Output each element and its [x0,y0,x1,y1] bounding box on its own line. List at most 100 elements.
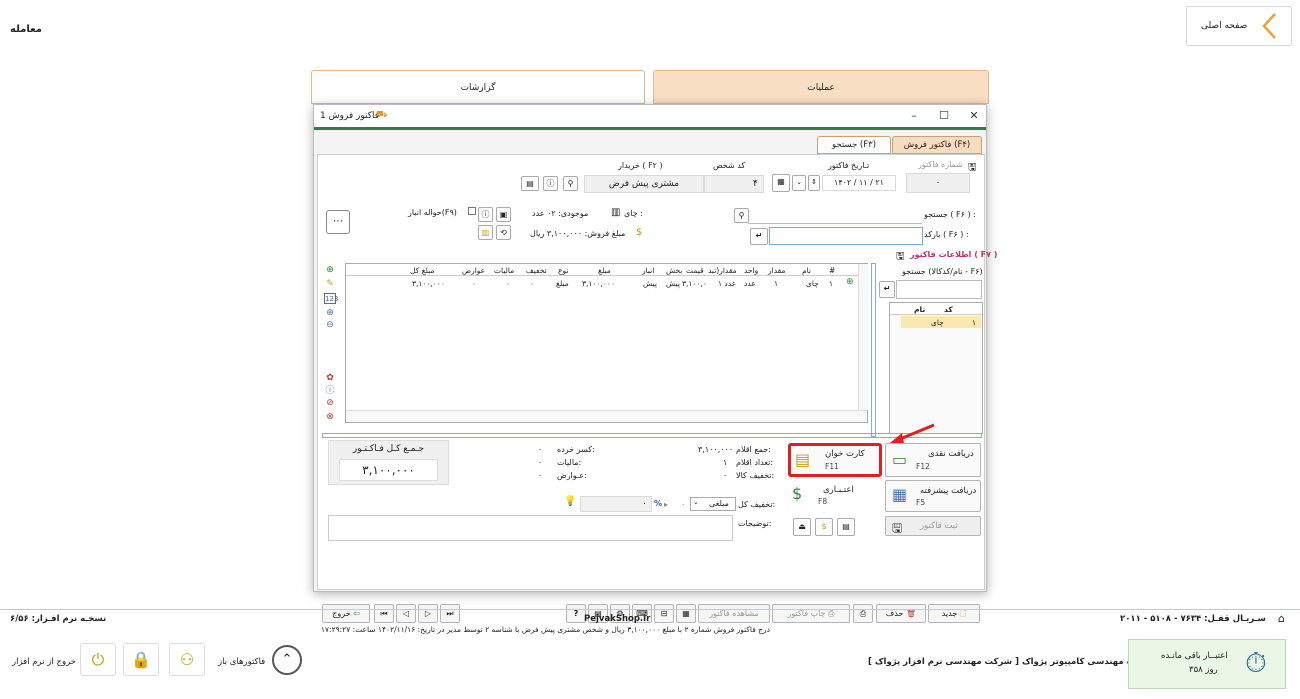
calculator-icon[interactable]: ▦ [676,604,696,623]
invoice-number-field[interactable]: ۰ [906,173,970,193]
minimize-icon[interactable]: – [904,108,924,124]
print-invoice-button[interactable]: چاپ فاکتور ⎙ [772,604,850,623]
percent-icon[interactable]: % [654,499,662,508]
refresh-icon[interactable]: ⟲ [496,225,511,240]
chevron-down-icon[interactable]: ⌄ [792,175,806,191]
money-bag-icon[interactable]: $ [815,518,833,536]
clear-icon[interactable]: ⊗ [324,412,336,423]
search-icon[interactable]: ⚲ [563,176,578,191]
date-stepper[interactable]: ⇕ [808,175,820,191]
maximize-icon[interactable]: ☐ [934,108,954,124]
cell-duties: ۰ [472,279,477,288]
next-page-icon[interactable]: ▷ [418,604,438,623]
lock-screen-icon[interactable]: 🔒 [123,643,159,676]
exit-button[interactable]: خروج ⇦ [322,604,370,623]
product-card-icon[interactable]: ▣ [496,207,511,222]
new-button[interactable]: جدید 🗋 [928,604,980,623]
credit-button[interactable]: اعتـبـاری F8 $ [788,480,882,512]
advanced-receipt-button[interactable]: دریافت پیشرفته F5 ▦ [885,480,981,512]
minus-icon[interactable]: ⊖ [324,320,336,331]
calendar-icon[interactable]: ▦ [772,174,790,192]
cash-receipt-button[interactable]: دریافت نقدی F12 ▭ [885,443,981,477]
users-icon[interactable]: ⚇ [169,643,205,676]
invoice-info-label: اطلاعات فاکتور ( F۷ ) [910,250,998,259]
view-invoice-button[interactable]: مشاهده فاکتور [698,604,770,623]
trash-icon: 🗑 [905,609,917,618]
window-accent-bar [314,127,986,130]
horizontal-scrollbar[interactable] [346,410,867,422]
vertical-scrollbar[interactable] [858,264,868,410]
lightbulb-icon[interactable]: 💡 [564,496,576,507]
info-icon[interactable]: ⓘ [478,207,493,222]
advanced-receipt-key: F5 [916,498,926,507]
items-count-label: تعداد اقلام: [736,458,774,467]
name-search-input[interactable] [896,280,982,299]
search-input[interactable] [748,209,922,224]
tax-label: مالیات: [557,458,582,467]
more-options-button[interactable]: ⋯ [326,210,350,234]
notes-label: توضیحات: [738,519,772,528]
notes-input[interactable] [328,515,733,541]
plus-icon[interactable]: ⊕ [324,308,336,319]
page-title: معامله [10,24,42,35]
home-button[interactable]: صفحه اصلی [1186,6,1292,46]
last-page-icon[interactable]: ⏭ [440,604,460,623]
buyer-field[interactable]: مشتری پیش فرض [584,175,704,193]
cell-qty-conv: ۱ عدد [718,279,737,288]
close-icon[interactable]: ✕ [964,108,984,124]
discount-stepper[interactable]: ▸ [664,500,668,509]
cell-warehouse: پیش [643,279,657,288]
add-row-icon[interactable]: ⊕ [846,277,854,287]
open-invoices-label[interactable]: فاکتورهای باز [218,657,265,667]
invoice-date-field[interactable]: ۱۴۰۲ / ۱۱ / ۲۱ [822,175,896,191]
info-icon[interactable]: ⓘ [324,386,336,397]
number-icon[interactable]: 123 [324,293,338,304]
product-stock: موجودی: ۰۲ عدد [532,209,589,218]
exit-app-label[interactable]: خروج از نرم افزار [12,657,76,667]
barcode-input[interactable] [769,227,923,245]
help-icon[interactable]: ? [566,604,586,623]
gift-icon[interactable]: ✿ [324,373,336,384]
customer-card-icon[interactable]: ▤ [521,176,539,191]
tab-operations[interactable]: عملیات [653,70,989,104]
person-code-field[interactable]: ۴ [704,175,764,193]
chart-icon[interactable]: ▥ [478,225,493,240]
footer-divider [0,609,1300,610]
edit-icon[interactable]: ✎ [324,279,336,290]
lock-serial: سـریـال قفـل: ۷۶۳۴ - ۵۱۰۸ - ۲۰۱۱ [1120,614,1266,624]
cell-price: ۳,۱۰۰,۰ [682,279,707,288]
delete-item-icon[interactable]: ⊘ [324,398,336,409]
first-page-icon[interactable]: ⏮ [374,604,394,623]
eject-icon[interactable]: ⏏ [793,518,811,536]
card-reader-button[interactable]: کارت خوان F11 ▤ [788,443,882,477]
coupon-icon[interactable]: ▤ [837,518,855,536]
transfer-checkbox[interactable] [468,207,476,215]
invoice-date-label: تـاریخ فاکتور [828,161,870,170]
tab-reports[interactable]: گزارشات [311,70,645,104]
window-titlebar: فاکتور فروش 1 ⛟ – ☐ ✕ [314,105,986,127]
enter-icon[interactable]: ↵ [750,228,768,245]
grand-total-label: جـمـع کـل فـاکـتـور [352,444,425,454]
search-icon[interactable]: ⚲ [734,208,749,223]
scale-icon[interactable]: ⊟ [654,604,674,623]
save-icon[interactable]: 🖫 [896,249,905,266]
register-invoice-button[interactable]: ثبت فاکتور 🖫 [885,516,981,536]
table-row[interactable]: ⊕ ۱ چای ۱ عدد ۱ عدد ۳,۱۰۰,۰ پیش پیش ۳,۱۰… [346,277,859,289]
lookup-row[interactable]: ۱ چای [901,316,981,328]
enter-icon[interactable]: ↵ [879,281,895,298]
tab-sales-invoice[interactable]: فاکتور فروش (F۴) [892,136,982,154]
tab-search[interactable]: جستجو (F۳) [817,136,891,154]
items-sum-value: ۳,۱۰۰,۰۰۰ [698,445,734,454]
splitter-horizontal[interactable] [322,433,982,438]
items-count-value: ۱ [723,458,728,467]
add-item-icon[interactable]: ⊕ [324,265,336,276]
previous-page-icon[interactable]: ◁ [396,604,416,623]
discount-value-field[interactable]: ۰ [580,496,652,512]
info-icon[interactable]: ⓘ [543,176,558,191]
power-icon[interactable]: ⏻ [80,643,116,676]
chevron-up-icon[interactable]: ⌃ [272,645,302,675]
print-icon[interactable]: ⎙ [853,604,873,623]
grid-col-qty: مقدار [768,266,786,275]
splitter-vertical[interactable] [871,263,876,437]
delete-button[interactable]: حذف 🗑 [876,604,926,623]
